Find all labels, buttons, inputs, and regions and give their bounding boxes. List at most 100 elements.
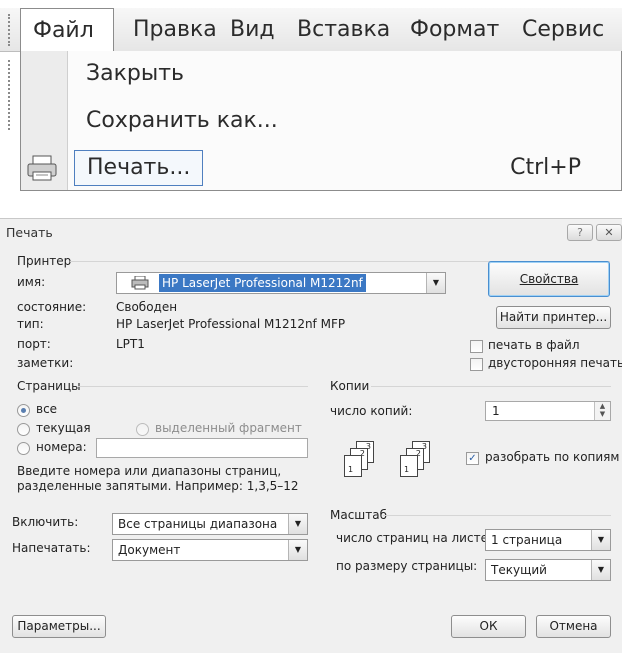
printer-port-label: порт: <box>17 337 51 351</box>
menu-save-as-label: Сохранить как... <box>86 108 278 133</box>
printer-port-value: LPT1 <box>116 337 145 351</box>
pages-group-divider <box>78 386 308 387</box>
pages-per-sheet-label: число страниц на листе: <box>336 531 492 545</box>
copies-count-label: число копий: <box>330 404 413 418</box>
cancel-button-label: Отмена <box>549 619 598 633</box>
pages-current-radio[interactable] <box>17 423 30 436</box>
copies-group-title: Копии <box>330 379 370 393</box>
include-label: Включить: <box>12 515 79 529</box>
menu-file-label: Файл <box>33 18 94 43</box>
menu-tools[interactable]: Сервис <box>522 8 604 52</box>
dialog-title: Печать <box>6 225 53 240</box>
print-what-label: Напечатать: <box>12 541 91 555</box>
duplex-label: двусторонняя печать <box>488 356 622 370</box>
print-dialog: Печать ? ✕ Принтер имя: HP LaserJet Prof… <box>0 218 622 653</box>
pages-group-title: Страницы <box>17 379 81 393</box>
scale-label: по размеру страницы: <box>336 559 478 573</box>
printer-name-label: имя: <box>17 275 45 289</box>
ok-button-label: ОК <box>479 619 498 633</box>
dropdown-separator <box>67 51 68 190</box>
pages-selection-radio[interactable] <box>136 423 149 436</box>
pages-per-sheet-value: 1 страница <box>491 533 563 547</box>
chevron-down-icon: ▼ <box>426 273 445 293</box>
collate-page-number: 1 <box>404 465 410 474</box>
collate-page-front: 1 <box>344 455 362 477</box>
pages-numbers-radio[interactable] <box>17 442 30 455</box>
pages-current-label: текущая <box>36 421 91 435</box>
printer-group-title: Принтер <box>17 254 72 268</box>
printer-small-icon <box>131 276 149 290</box>
menu-print-item[interactable]: Печать... <box>74 150 204 186</box>
chevron-down-icon: ▼ <box>288 514 307 534</box>
collate-label: разобрать по копиям <box>485 450 620 464</box>
printer-type-value: HP LaserJet Professional M1212nf MFP <box>116 317 346 331</box>
toolbar-grip[interactable] <box>8 14 11 46</box>
collate-page-front: 1 <box>400 455 418 477</box>
menu-insert-label: Вставка <box>297 17 391 42</box>
menu-format-label: Формат <box>410 17 500 42</box>
menu-edit-label: Правка <box>133 17 217 42</box>
print-shortcut: Ctrl+P <box>510 155 581 180</box>
menu-edit[interactable]: Правка <box>133 8 217 52</box>
menu-close-item[interactable]: Закрыть <box>86 61 184 86</box>
pages-hint-line2: разделенные запятыми. Например: 1,3,5–12 <box>17 479 299 493</box>
copies-count-input[interactable]: 1 ▲ ▼ <box>485 401 611 421</box>
zoom-group-divider <box>383 515 611 516</box>
menu-tools-label: Сервис <box>522 17 605 42</box>
properties-button[interactable]: Свойства <box>488 261 610 297</box>
printer-notes-label: заметки: <box>17 356 74 370</box>
copies-spinner[interactable]: ▲ ▼ <box>594 402 610 420</box>
scale-value: Текущий <box>491 563 547 577</box>
zoom-group-title: Масштаб <box>330 508 388 522</box>
include-select[interactable]: Все страницы диапазона ▼ <box>112 513 308 535</box>
collate-page-number: 1 <box>348 465 354 474</box>
menu-file[interactable]: Файл <box>20 8 114 53</box>
printer-type-label: тип: <box>17 317 44 331</box>
copies-group-divider <box>371 386 611 387</box>
pages-numbers-label: номера: <box>36 440 87 454</box>
print-what-select[interactable]: Документ ▼ <box>112 539 308 561</box>
menu-view-label: Вид <box>230 17 275 42</box>
print-to-file-checkbox[interactable] <box>470 340 483 353</box>
chevron-down-icon: ▼ <box>288 540 307 560</box>
pages-all-label: все <box>36 402 58 416</box>
scale-select[interactable]: Текущий ▼ <box>485 559 611 581</box>
find-printer-button[interactable]: Найти принтер... <box>496 306 611 329</box>
printer-status-label: состояние: <box>17 300 87 314</box>
menu-format[interactable]: Формат <box>410 8 499 52</box>
printer-icon <box>27 155 57 181</box>
pages-all-radio[interactable] <box>17 404 30 417</box>
copies-count-value: 1 <box>492 404 500 418</box>
include-value: Все страницы диапазона <box>118 517 278 531</box>
cancel-button[interactable]: Отмена <box>536 615 611 638</box>
menu-insert[interactable]: Вставка <box>297 8 390 52</box>
pages-selection-label: выделенный фрагмент <box>155 421 302 435</box>
pages-per-sheet-select[interactable]: 1 страница ▼ <box>485 529 611 551</box>
pages-hint-line1: Введите номера или диапазоны страниц, <box>17 464 282 478</box>
print-to-file-label: печать в файл <box>488 338 580 352</box>
page-numbers-input[interactable] <box>96 438 308 458</box>
chevron-down-icon: ▼ <box>591 530 610 550</box>
print-what-value: Документ <box>118 543 181 557</box>
options-button-label: Параметры... <box>17 619 101 633</box>
find-printer-label: Найти принтер... <box>499 310 608 324</box>
help-button[interactable]: ? <box>567 224 593 241</box>
options-button[interactable]: Параметры... <box>12 615 106 638</box>
close-button[interactable]: ✕ <box>596 224 622 241</box>
side-grip <box>8 60 11 130</box>
duplex-checkbox[interactable] <box>470 358 483 371</box>
menu-view[interactable]: Вид <box>230 8 275 52</box>
menu-close-label: Закрыть <box>86 61 184 86</box>
properties-button-label: Свойства <box>519 272 579 286</box>
menu-print-label: Печать... <box>87 155 191 180</box>
printer-select[interactable]: HP LaserJet Professional M1212nf ▼ <box>116 272 446 294</box>
ok-button[interactable]: ОК <box>451 615 526 638</box>
collate-checkbox[interactable]: ✓ <box>466 452 479 465</box>
help-icon: ? <box>577 226 583 239</box>
printer-select-value: HP LaserJet Professional M1212nf <box>159 274 366 292</box>
printer-name-label-text: имя: <box>17 275 46 289</box>
chevron-down-icon: ▼ <box>591 560 610 580</box>
menu-zoom-area: Файл Правка Вид Вставка Формат Сервис За… <box>0 0 622 200</box>
menu-bar: Файл Правка Вид Вставка Формат Сервис <box>0 8 622 53</box>
menu-save-as-item[interactable]: Сохранить как... <box>86 108 278 133</box>
